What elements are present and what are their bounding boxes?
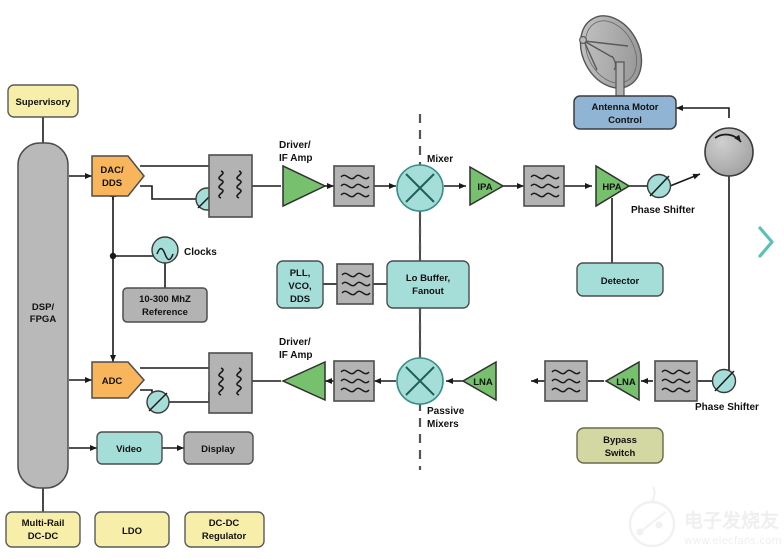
supervisory-block[interactable]: Supervisory [7,84,79,118]
ldo-label: LDO [122,526,142,537]
wire-dac-atten-in [140,185,196,200]
chevron-right-icon [758,226,774,258]
clocks-oscillator[interactable] [151,236,179,264]
tx-phase-shifter-label: Phase Shifter [631,205,695,216]
dsp-fpga-block[interactable]: DSP/ FPGA [17,142,69,489]
lo-buffer-label-line1: Lo Buffer, [406,273,450,284]
detector-label: Detector [601,276,640,287]
driver-if-amp-rx-label-line2: IF Amp [279,350,313,361]
antenna-motor-control-label-line2: Control [608,115,642,126]
clock-junction-dot [109,252,117,260]
rx-attenuator-icon[interactable] [146,390,170,414]
lo-buffer-label-line2: Fanout [412,286,444,297]
watermark-brand: 电子发烧友 [684,509,779,532]
pll-vco-dds-block[interactable]: PLL, VCO, DDS [276,260,324,309]
wire-xfmr-atten-rx [169,392,210,403]
rx-mixer-label-line1: Passive [427,406,465,417]
rx-filter-3[interactable] [654,360,698,402]
rx-phase-shifter[interactable] [711,368,737,394]
hpa-label: HPA [602,182,621,193]
driver-if-amp-tx-label-line1: Driver/ [279,140,311,151]
supervisory-label: Supervisory [16,97,72,108]
driver-if-amp-tx-amplifier[interactable] [282,164,327,208]
display-block[interactable]: Display [183,431,254,465]
dcdc-reg-label-line1: DC-DC [209,518,240,529]
lna-1-label: LNA [473,377,493,388]
ipa-label: IPA [477,182,492,193]
video-block[interactable]: Video [96,431,163,465]
diagram-svg: Supervisory DSP/ FPGA DAC/ DDS ADC Clock… [5,15,782,548]
lo-filter[interactable] [336,263,374,305]
pll-label-line3: DDS [290,294,310,305]
tx-transformer-balun[interactable] [208,154,253,218]
driver-if-amp-rx-amplifier[interactable] [281,360,326,402]
multi-rail-label-line1: Multi-Rail [22,518,65,529]
lna-2-amplifier[interactable]: LNA [604,360,640,402]
ipa-amplifier[interactable]: IPA [469,165,505,207]
dac-dds-label-line1: DAC/ [100,165,124,176]
rotary-joint-icon [704,127,754,177]
wire-rotary-motorctl [676,105,730,118]
antenna-motor-control-label-line1: Antenna Motor [591,102,658,113]
wire-phase-rotary-tx [669,173,701,187]
bypass-switch-block[interactable]: Bypass Switch [576,427,664,464]
detector-block[interactable]: Detector [576,262,664,297]
dcdc-reg-label-line2: Regulator [202,531,247,542]
rx-filter-1[interactable] [333,360,375,402]
tx-filter-1[interactable] [333,165,375,207]
driver-if-amp-rx-label-line1: Driver/ [279,337,311,348]
lo-buffer-fanout-block[interactable]: Lo Buffer, Fanout [386,260,470,309]
rx-mixer[interactable] [396,357,444,405]
block-diagram-canvas: Supervisory DSP/ FPGA DAC/ DDS ADC Clock… [0,0,784,559]
ldo-block[interactable]: LDO [94,511,170,548]
multi-rail-label-line2: DC-DC [28,531,59,542]
pll-label-line2: VCO, [288,281,311,292]
dsp-fpga-label-line2: FPGA [30,314,57,325]
pll-label-line1: PLL, [290,268,311,279]
reference-oscillator-block[interactable]: 10-300 MhZ Reference [122,287,208,323]
tx-phase-shifter[interactable] [646,173,672,199]
rx-phase-shifter-label: Phase Shifter [695,402,759,413]
watermark-url: www.elecfans.com [684,535,782,547]
multi-rail-dcdc-block[interactable]: Multi-Rail DC-DC [5,511,81,548]
bypass-switch-label-line2: Switch [605,448,636,459]
reference-label-line1: 10-300 MhZ [139,294,191,305]
driver-if-amp-tx-label-line2: IF Amp [279,153,313,164]
bypass-switch-label-line1: Bypass [603,435,637,446]
rx-transformer-balun[interactable] [208,352,253,414]
satellite-dish-icon [579,15,643,97]
watermark: 电子发烧友 www.elecfans.com [628,486,782,548]
reference-label-line2: Reference [142,307,188,318]
display-label: Display [201,444,236,455]
lna-1-amplifier[interactable]: LNA [461,360,497,402]
antenna-motor-control-block[interactable]: Antenna Motor Control [573,95,677,130]
dac-dds-label-line2: DDS [102,178,122,189]
lna-2-label: LNA [616,377,636,388]
tx-mixer[interactable] [396,164,444,212]
dcdc-regulator-block[interactable]: DC-DC Regulator [184,511,265,548]
video-label: Video [116,444,142,455]
clocks-label: Clocks [184,247,217,258]
rx-filter-2[interactable] [544,360,588,402]
tx-filter-2[interactable] [523,165,565,207]
dac-dds-block[interactable]: DAC/ DDS [91,155,145,197]
adc-block[interactable]: ADC [91,361,146,399]
rx-mixer-label-line2: Mixers [427,419,459,430]
dsp-fpga-label-line1: DSP/ [32,302,55,313]
tx-mixer-label: Mixer [427,154,453,165]
adc-label: ADC [102,376,123,387]
